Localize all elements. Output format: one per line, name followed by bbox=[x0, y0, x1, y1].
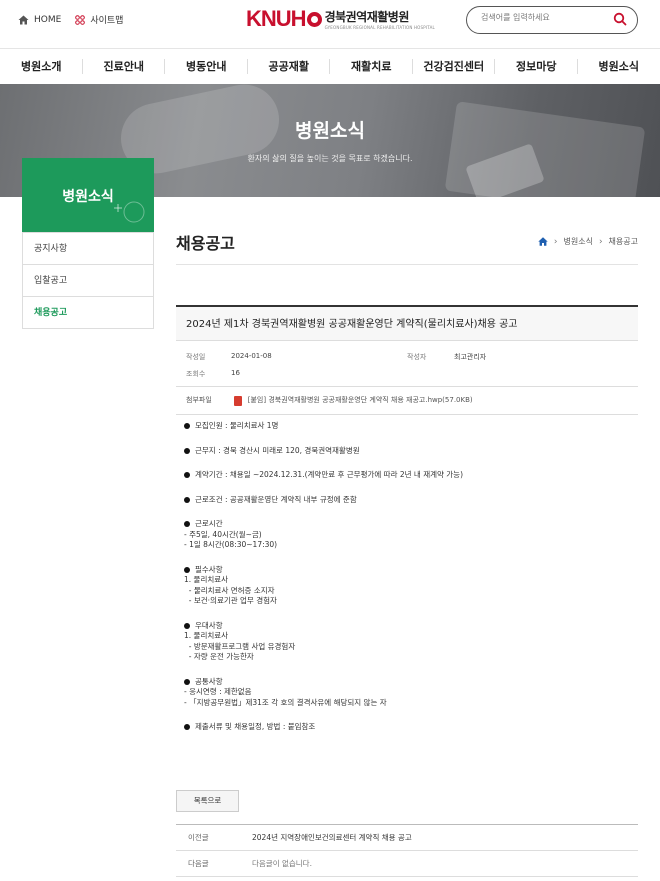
bullet-icon bbox=[184, 447, 190, 454]
author-label: 작성자 bbox=[407, 353, 427, 361]
gnb-item-health-checkup[interactable]: 건강검진센터 bbox=[413, 49, 496, 84]
body-common-line: - 응시연령 : 제한없음 bbox=[184, 687, 252, 696]
bullet-icon bbox=[184, 678, 190, 685]
body-common-line: - 「지방공무원법」제31조 각 호의 결격사유에 해당되지 않는 자 bbox=[184, 697, 387, 707]
hwp-file-icon bbox=[233, 395, 242, 406]
post-body: 모집인원 : 물리치료사 1명 근무지 : 경북 경산시 미래로 120, 경북… bbox=[176, 415, 638, 735]
sidebar-header: 병원소식 bbox=[22, 158, 154, 232]
date-label: 작성일 bbox=[186, 353, 206, 361]
home-icon bbox=[18, 15, 29, 24]
views-value: 16 bbox=[231, 369, 240, 377]
body-documents: 제출서류 및 채용일정, 방법 : 붙임참조 bbox=[195, 722, 316, 731]
utility-links: HOME 사이트맵 bbox=[18, 13, 123, 26]
back-to-list-button[interactable]: 목록으로 bbox=[176, 790, 239, 812]
body-hours-line: - 1일 8시간(08:30~17:30) bbox=[184, 540, 278, 549]
gnb-item-rehab-therapy[interactable]: 재활치료 bbox=[330, 49, 413, 84]
date-value: 2024-01-08 bbox=[231, 352, 272, 360]
prev-post-link[interactable]: 2024년 지역장애인보건의료센터 계약직 채용 공고 bbox=[236, 825, 412, 850]
body-preferred-line: - 자량 운전 가능한자 bbox=[184, 652, 254, 661]
title-divider bbox=[176, 264, 638, 265]
body-preferred-line: 1. 물리치료사 bbox=[184, 631, 229, 640]
gnb-item-news[interactable]: 병원소식 bbox=[578, 49, 660, 84]
body-period: 계약기간 : 채용일 ~2024.12.31.(계약만료 후 근무평가에 따라 … bbox=[195, 470, 463, 479]
sidebar-menu: 공지사항 입찰공고 채용공고 bbox=[22, 232, 154, 329]
attachment-row: 첨부파일 [붙임] 경북권역재활병원 공공재활운영단 계약직 채용 재공고.hw… bbox=[176, 387, 638, 415]
chevron-right-icon: › bbox=[598, 236, 603, 247]
home-icon[interactable] bbox=[538, 237, 548, 246]
logo-name: 경북권역재활병원 bbox=[324, 10, 410, 24]
home-label: HOME bbox=[34, 14, 62, 25]
gnb-item-info[interactable]: 정보마당 bbox=[495, 49, 578, 84]
chevron-right-icon: › bbox=[553, 236, 558, 247]
bullet-icon bbox=[184, 521, 190, 528]
breadcrumb-item[interactable]: 채용공고 bbox=[609, 236, 638, 247]
body-location: 근무지 : 경북 경산시 미래로 120, 경북권역재활병원 bbox=[195, 445, 360, 455]
breadcrumb: › 병원소식 › 채용공고 bbox=[538, 236, 638, 247]
gnb-item-treatment-guide[interactable]: 진료안내 bbox=[83, 49, 166, 84]
breadcrumb-item[interactable]: 병원소식 bbox=[563, 236, 592, 247]
sitemap-label: 사이트맵 bbox=[90, 16, 124, 26]
prev-label: 이전글 bbox=[188, 833, 209, 842]
author-value: 최고관리자 bbox=[454, 353, 487, 361]
search-box bbox=[466, 6, 638, 34]
home-link[interactable]: HOME bbox=[18, 15, 61, 25]
body-required-title: 필수사항 bbox=[195, 564, 223, 574]
prev-post-row[interactable]: 이전글 2024년 지역장애인보건의료센터 계약직 채용 공고 bbox=[176, 825, 638, 851]
sidebar-item-bid[interactable]: 입찰공고 bbox=[23, 264, 153, 296]
post-view: 2024년 제1차 경북권역재활병원 공공재활운영단 계약직(물리치료사)채용 … bbox=[176, 305, 638, 735]
bullet-icon bbox=[184, 423, 190, 430]
body-common-title: 공통사항 bbox=[195, 676, 223, 686]
body-preferred-line: - 방문재활프로그램 사업 유경험자 bbox=[184, 641, 296, 651]
bullet-icon bbox=[184, 622, 190, 629]
logo-mark: KNUH bbox=[246, 6, 307, 31]
bullet-icon bbox=[184, 496, 190, 503]
logo-emblem-icon bbox=[306, 11, 322, 27]
next-post-row: 다음글 다음글이 없습니다. bbox=[176, 851, 638, 877]
body-required-line: - 물리치료사 면허증 소지자 bbox=[184, 585, 275, 595]
sparkle-decoration-icon bbox=[114, 201, 145, 223]
sitemap-link[interactable]: 사이트맵 bbox=[75, 13, 123, 26]
gnb-item-ward-guide[interactable]: 병동안내 bbox=[165, 49, 248, 84]
body-recruit: 모집인원 : 물리치료사 1명 bbox=[195, 421, 279, 430]
attach-file-link[interactable]: [붙임] 경북권역재활병원 공공재활운영단 계약직 채용 재공고.hwp(57.… bbox=[248, 387, 473, 414]
body-preferred-title: 우대사항 bbox=[195, 620, 223, 630]
hospital-logo[interactable]: KNUH 경북권역재활병원 GYEONGBUK REGIONAL REHABIL… bbox=[246, 6, 435, 32]
main-navigation: 병원소개 진료안내 병동안내 공공재활 재활치료 건강검진센터 정보마당 병원소… bbox=[0, 48, 660, 85]
search-icon[interactable] bbox=[613, 12, 627, 26]
next-post-text: 다음글이 없습니다. bbox=[252, 859, 312, 868]
body-hours-line: - 주5일, 40시간(월~금) bbox=[184, 529, 262, 539]
body-hours-title: 근로시간 bbox=[195, 519, 223, 528]
bullet-icon bbox=[184, 472, 190, 479]
bullet-icon bbox=[184, 724, 190, 731]
next-label: 다음글 bbox=[188, 859, 209, 868]
sitemap-icon bbox=[75, 14, 86, 25]
body-required-line: 1. 물리치료사 bbox=[184, 575, 229, 584]
sidebar-item-recruit[interactable]: 채용공고 bbox=[23, 296, 153, 328]
bullet-icon bbox=[184, 566, 190, 573]
page-title: 채용공고 bbox=[176, 234, 235, 253]
logo-sub: GYEONGBUK REGIONAL REHABILITATION HOSPIT… bbox=[324, 25, 435, 30]
attach-label: 첨부파일 bbox=[186, 396, 212, 404]
banner-title: 병원소식 bbox=[295, 120, 365, 142]
post-meta: 작성일 2024-01-08 작성자 최고관리자 조회수 16 bbox=[176, 341, 638, 387]
gnb-item-public-rehab[interactable]: 공공재활 bbox=[248, 49, 331, 84]
prev-next-nav: 이전글 2024년 지역장애인보건의료센터 계약직 채용 공고 다음글 다음글이… bbox=[176, 824, 638, 877]
search-input[interactable] bbox=[481, 13, 601, 22]
post-title: 2024년 제1차 경북권역재활병원 공공재활운영단 계약직(물리치료사)채용 … bbox=[176, 305, 638, 341]
gnb-item-hospital-intro[interactable]: 병원소개 bbox=[0, 49, 83, 84]
body-condition: 근로조건 : 공공재활운영단 계약직 내부 규정에 준함 bbox=[195, 494, 357, 504]
body-required-line: - 보건·의료기관 업무 경험자 bbox=[184, 596, 277, 605]
views-label: 조회수 bbox=[186, 370, 206, 378]
top-header: HOME 사이트맵 KNUH 경북권역재활병원 GYEONGBUK REGION… bbox=[0, 0, 660, 44]
sidebar-item-notice[interactable]: 공지사항 bbox=[23, 232, 153, 264]
